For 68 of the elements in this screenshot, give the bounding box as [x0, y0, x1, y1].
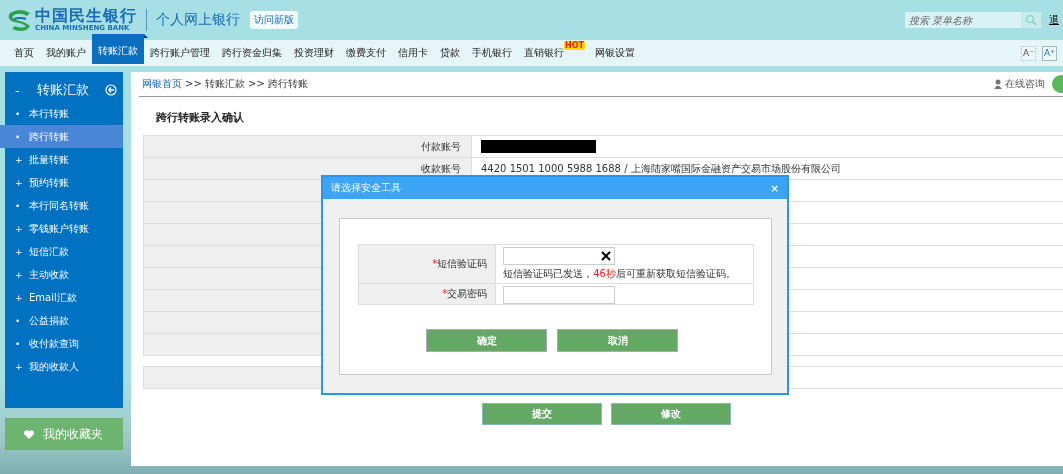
item-marker: • — [15, 200, 22, 211]
sidebar-item[interactable]: + 零钱账户转账 — [5, 217, 123, 240]
back-arrow-icon[interactable] — [105, 84, 117, 96]
font-larger-button[interactable]: A⁺ — [1042, 45, 1057, 61]
item-marker: • — [15, 131, 22, 142]
nav-tab[interactable]: 投资理财 — [288, 40, 340, 66]
field-label: *交易密码 — [442, 288, 488, 299]
nav-tab[interactable]: 信用卡 — [392, 40, 434, 66]
font-smaller-button[interactable]: A⁻ — [1021, 45, 1036, 61]
nav-tab[interactable]: 网银设置 — [588, 40, 641, 66]
item-marker: • — [15, 315, 22, 326]
input-field[interactable] — [503, 286, 616, 304]
nav-tab[interactable]: 跨行资金归集 — [216, 40, 288, 66]
sidebar-item[interactable]: • 收付款查询 — [5, 332, 123, 355]
breadcrumb-trail: >> 转账汇款 >> 跨行转账 — [185, 77, 310, 91]
field-label: *短信验证码 — [432, 258, 488, 269]
item-marker: + — [15, 177, 24, 188]
submit-button[interactable]: 提交 — [482, 403, 602, 425]
nav-tab[interactable]: 手机银行 — [466, 40, 518, 66]
bank-name: 中国民生银行 — [35, 8, 137, 24]
field-value: 4420 1501 1000 5988 1688 / 上海陆家嘴国际金融资产交易市场股份有限公司 — [481, 162, 841, 174]
hot-badge: HOT — [564, 41, 585, 50]
collapse-marker: - — [15, 82, 21, 98]
product-title: 个人网上银行 — [156, 11, 240, 29]
clear-icon[interactable] — [601, 251, 612, 261]
sidebar-item[interactable]: + 批量转账 — [5, 148, 123, 171]
heart-icon — [23, 428, 35, 440]
logout-link[interactable]: 退 — [1049, 13, 1063, 27]
sidebar-item[interactable]: • 公益捐款 — [5, 309, 123, 332]
nav-tab[interactable]: 我的账户 — [40, 40, 92, 66]
item-marker: • — [15, 108, 22, 119]
item-marker: + — [15, 292, 24, 303]
close-button[interactable]: × — [770, 182, 779, 194]
field-label: 付款账号 — [421, 140, 461, 152]
nav-tab[interactable]: 首页 — [8, 40, 40, 66]
field-label: 收款账号 — [421, 162, 461, 174]
search-icon — [1025, 14, 1037, 26]
sidebar-item[interactable]: + Email汇款 — [5, 286, 123, 309]
search-field[interactable]: 搜索 菜单名称 — [905, 12, 1021, 28]
person-icon — [994, 79, 1002, 89]
consult-link[interactable]: 在线咨询 — [1005, 77, 1045, 91]
sidebar-title: 转账汇款 — [37, 81, 90, 99]
nav-tab[interactable]: 缴费支付 — [340, 40, 392, 66]
input-field[interactable] — [503, 247, 616, 265]
sidebar-item[interactable]: • 跨行转账 — [0, 125, 123, 148]
item-marker: + — [15, 269, 24, 280]
sidebar-item[interactable]: + 我的收款人 — [5, 355, 123, 378]
nav-tab[interactable]: 跨行账户管理 — [144, 40, 216, 66]
item-marker: + — [15, 154, 24, 165]
sidebar-item[interactable]: + 主动收款 — [5, 263, 123, 286]
dialog-title: 请选择安全工具 — [331, 181, 402, 195]
logo-icon — [6, 8, 32, 32]
sidebar-item[interactable]: • 本行同名转账 — [5, 194, 123, 217]
confirm-button[interactable]: 确定 — [426, 329, 547, 352]
page-title: 跨行转账录入确认 — [156, 110, 245, 124]
sidebar-item[interactable]: + 预约转账 — [5, 171, 123, 194]
cancel-button[interactable]: 取消 — [557, 329, 678, 352]
sms-notice: 短信验证码已发送，46秒后可重新获取短信验证码。 — [503, 267, 737, 281]
modify-button[interactable]: 修改 — [611, 403, 731, 425]
sidebar-item[interactable]: • 本行转账 — [5, 102, 123, 125]
nav-tab[interactable]: 贷款 — [434, 40, 466, 66]
sidebar-item[interactable]: + 短信汇款 — [5, 240, 123, 263]
item-marker: + — [15, 223, 24, 234]
breadcrumb-link[interactable]: 网银首页 — [142, 77, 182, 91]
new-version-link[interactable]: 访问新版 — [250, 11, 298, 29]
item-marker: + — [15, 246, 24, 257]
item-marker: + — [15, 361, 24, 372]
item-marker: • — [15, 338, 22, 349]
